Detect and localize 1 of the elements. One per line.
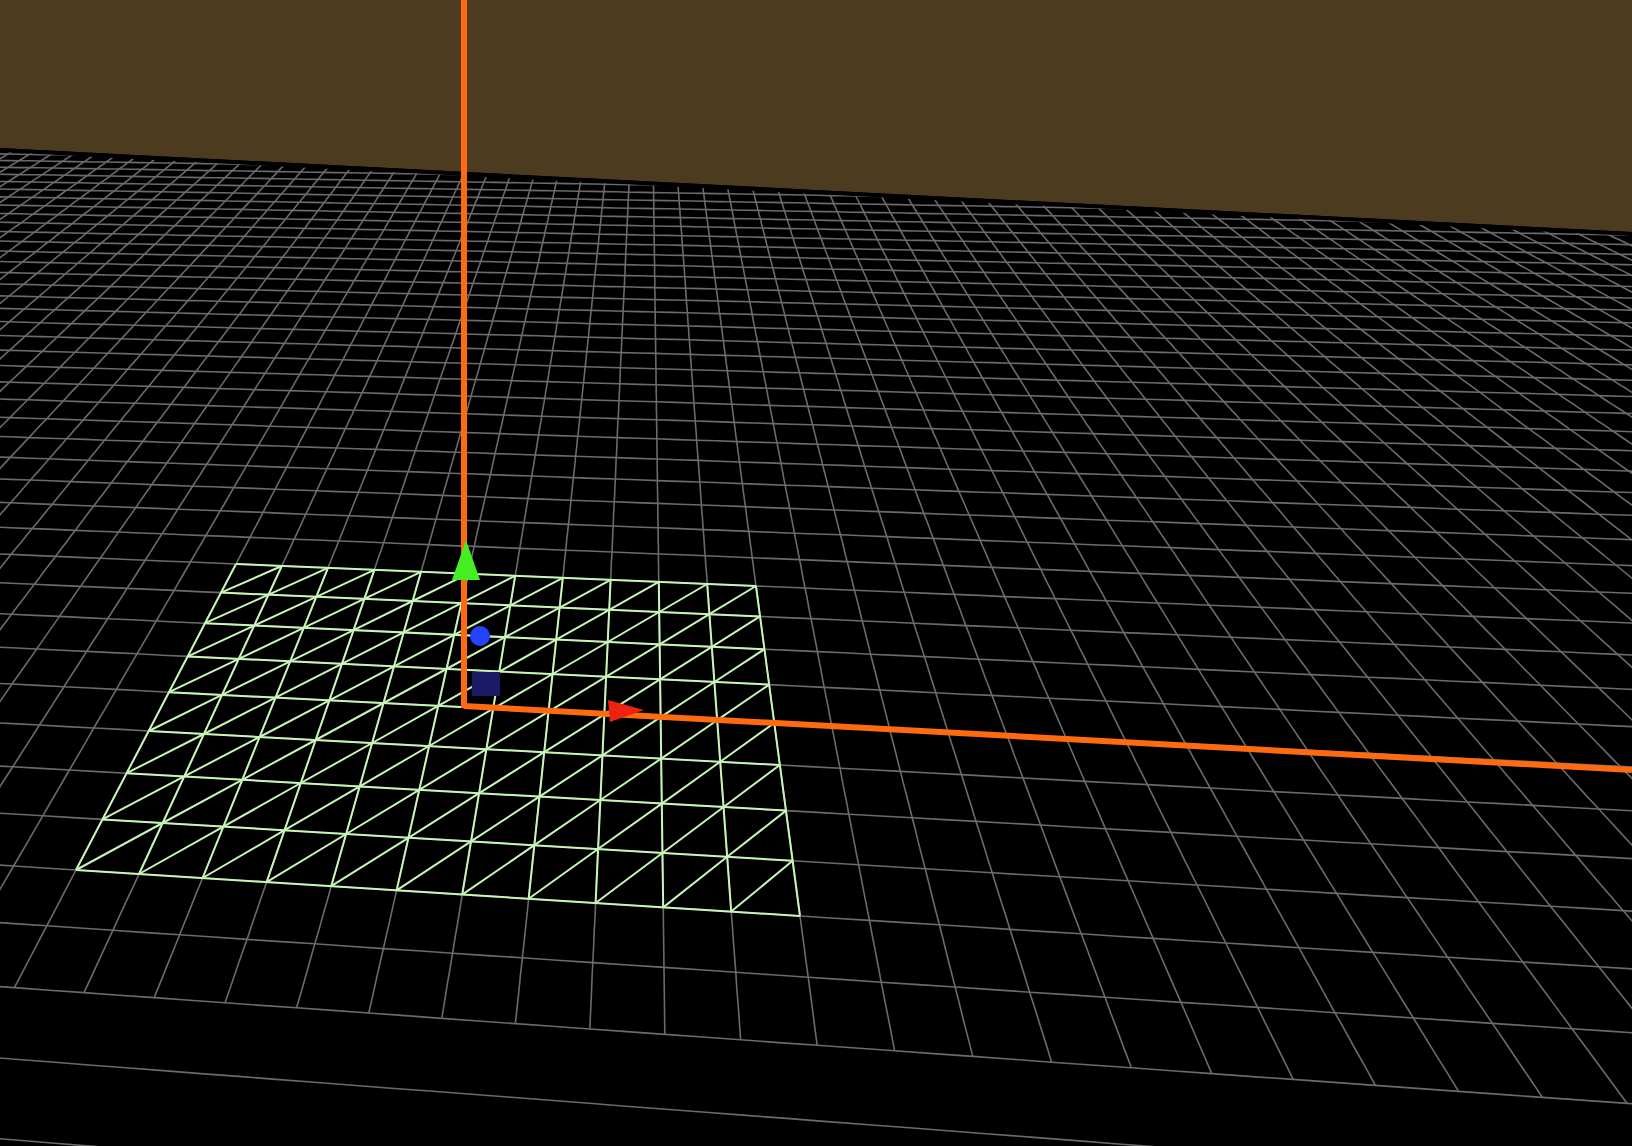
transform-gizmo[interactable] bbox=[452, 540, 644, 722]
